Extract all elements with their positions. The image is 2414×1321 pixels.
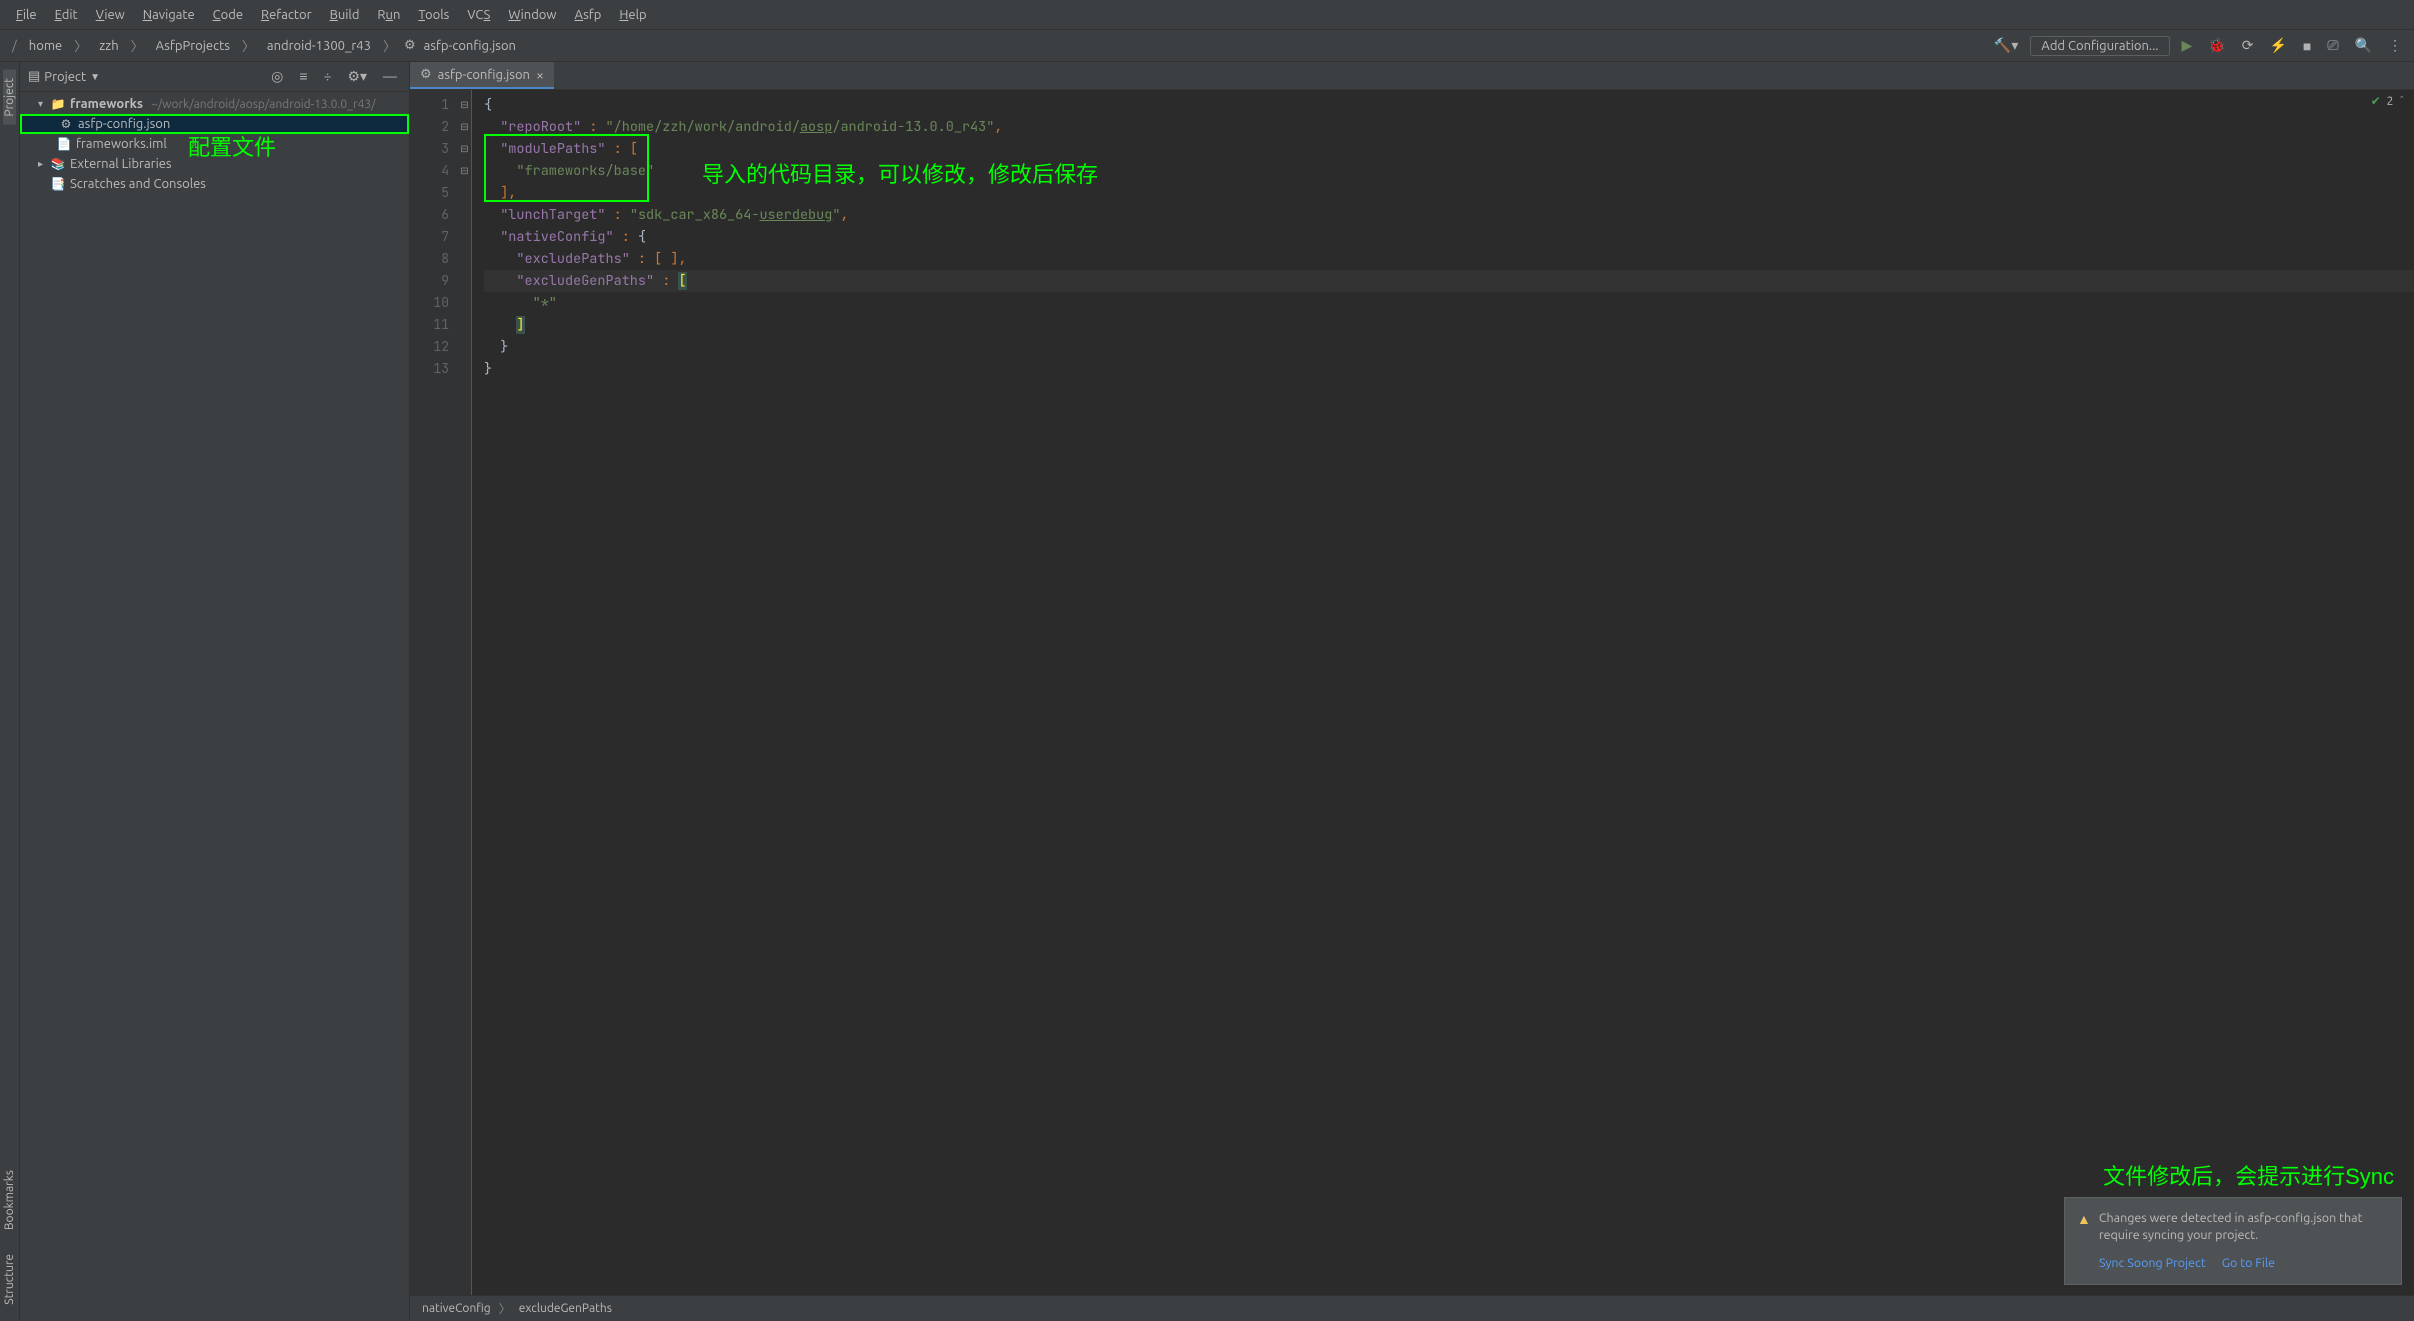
select-opened-file-icon[interactable]: ◎ — [267, 66, 287, 87]
chevron-up-icon[interactable]: ˆ — [2399, 95, 2404, 108]
run-icon[interactable]: ▶ — [2178, 35, 2197, 56]
status-crumb-excludegenpaths[interactable]: excludeGenPaths — [519, 1302, 612, 1315]
debug-icon[interactable]: 🐞 — [2204, 35, 2229, 56]
device-icon[interactable]: ⎚ — [2323, 35, 2342, 56]
folder-icon: 📁 — [50, 97, 66, 111]
tree-item-frameworks[interactable]: ▾ 📁 frameworks ~/work/android/aosp/andro… — [20, 94, 409, 114]
config-file-icon: ⚙ — [420, 67, 432, 82]
toolwindow-structure[interactable]: Structure — [3, 1246, 16, 1313]
menu-refactor[interactable]: Refactor — [253, 6, 320, 24]
editor-tab-asfp-config[interactable]: ⚙ asfp-config.json × — [410, 62, 554, 89]
menu-run[interactable]: Run — [369, 6, 408, 24]
stop-icon[interactable]: ■ — [2299, 36, 2315, 56]
config-file-icon: ⚙ — [58, 117, 74, 131]
tree-item-external-libs[interactable]: ▸ 📚 External Libraries — [20, 154, 409, 174]
breadcrumbs: / home 〉 zzh 〉 AsfpProjects 〉 android-13… — [8, 36, 1990, 55]
toolwindow-bookmarks[interactable]: Bookmarks — [3, 1162, 16, 1238]
line-number-gutter: 12345678910111213 — [410, 90, 458, 1295]
breadcrumb-android[interactable]: android-1300_r43 — [263, 37, 375, 55]
project-view-selector[interactable]: ▤ Project ▼ — [28, 69, 100, 84]
editor-area: ⚙ asfp-config.json × 12345678910111213 ⊟… — [410, 62, 2414, 1321]
code-content[interactable]: { "repoRoot" : "/home/zzh/work/android/a… — [472, 90, 2414, 1295]
coverage-icon[interactable]: ⟳ — [2238, 35, 2258, 56]
go-to-file-link[interactable]: Go to File — [2222, 1255, 2275, 1273]
settings-icon[interactable]: ⚙▾ — [343, 66, 371, 87]
menu-bar: File Edit View Navigate Code Refactor Bu… — [0, 0, 2414, 30]
code-editor[interactable]: 12345678910111213 ⊟⊟⊟⊟ { "repoRoot" : "/… — [410, 90, 2414, 1295]
more-icon[interactable]: ⋮ — [2384, 35, 2406, 56]
breadcrumb-asfpprojects[interactable]: AsfpProjects — [152, 37, 234, 55]
check-icon: ✔ — [2371, 94, 2381, 108]
search-icon[interactable]: 🔍 — [2351, 35, 2376, 56]
file-icon: ⚙ — [404, 38, 416, 53]
iml-file-icon: 📄 — [56, 137, 72, 151]
tree-item-asfp-config[interactable]: ⚙ asfp-config.json — [20, 114, 409, 134]
toolwindow-project[interactable]: Project — [3, 70, 16, 125]
warning-icon: ▲ — [2077, 1210, 2091, 1245]
breadcrumb-root-sep: / — [8, 39, 21, 53]
menu-code[interactable]: Code — [205, 6, 251, 24]
nav-bar: / home 〉 zzh 〉 AsfpProjects 〉 android-13… — [0, 30, 2414, 62]
breadcrumb-home[interactable]: home — [25, 37, 66, 55]
menu-build[interactable]: Build — [322, 6, 368, 24]
editor-status-bar: nativeConfig 〉 excludeGenPaths — [410, 1295, 2414, 1321]
left-tool-gutter: Project Bookmarks Structure — [0, 62, 20, 1321]
expand-all-icon[interactable]: ≡ — [295, 66, 311, 87]
editor-tab-bar: ⚙ asfp-config.json × — [410, 62, 2414, 90]
dropdown-icon: ▼ — [90, 71, 100, 83]
menu-view[interactable]: View — [88, 6, 133, 24]
status-crumb-nativeconfig[interactable]: nativeConfig — [422, 1302, 491, 1315]
tree-item-scratches[interactable]: 📑 Scratches and Consoles — [20, 174, 409, 194]
tree-item-frameworks-iml[interactable]: 📄 frameworks.iml — [20, 134, 409, 154]
add-configuration-button[interactable]: Add Configuration... — [2030, 36, 2169, 56]
project-tree[interactable]: ▾ 📁 frameworks ~/work/android/aosp/andro… — [20, 92, 409, 1321]
library-icon: 📚 — [50, 157, 66, 171]
scratches-icon: 📑 — [50, 177, 66, 191]
menu-tools[interactable]: Tools — [410, 6, 457, 24]
breadcrumb-zzh[interactable]: zzh — [95, 37, 122, 55]
expand-arrow-icon[interactable]: ▾ — [38, 98, 50, 110]
expand-arrow-icon[interactable]: ▸ — [38, 158, 50, 170]
notification-text: Changes were detected in asfp-config.jso… — [2099, 1210, 2389, 1245]
sync-notification: ▲ Changes were detected in asfp-config.j… — [2064, 1197, 2402, 1286]
fold-gutter: ⊟⊟⊟⊟ — [458, 90, 472, 1295]
menu-window[interactable]: Window — [500, 6, 564, 24]
breadcrumb-file[interactable]: asfp-config.json — [420, 37, 520, 55]
menu-file[interactable]: File — [8, 6, 45, 24]
project-panel: ▤ Project ▼ ◎ ≡ ÷ ⚙▾ — ▾ 📁 frameworks ~/… — [20, 62, 410, 1321]
menu-vcs[interactable]: VCS — [459, 6, 498, 24]
folder-icon: ▤ — [28, 69, 40, 84]
collapse-all-icon[interactable]: ÷ — [320, 66, 336, 87]
menu-navigate[interactable]: Navigate — [135, 6, 203, 24]
sync-project-link[interactable]: Sync Soong Project — [2099, 1255, 2206, 1273]
menu-help[interactable]: Help — [611, 6, 654, 24]
build-icon[interactable]: 🔨▾ — [1990, 35, 2022, 56]
profile-icon[interactable]: ⚡ — [2265, 35, 2290, 56]
menu-edit[interactable]: Edit — [47, 6, 86, 24]
menu-asfp[interactable]: Asfp — [567, 6, 610, 24]
close-tab-icon[interactable]: × — [536, 67, 544, 83]
hide-icon[interactable]: — — [379, 66, 401, 87]
editor-inspection-widget[interactable]: ✔ 2 ˆ — [2371, 94, 2404, 108]
